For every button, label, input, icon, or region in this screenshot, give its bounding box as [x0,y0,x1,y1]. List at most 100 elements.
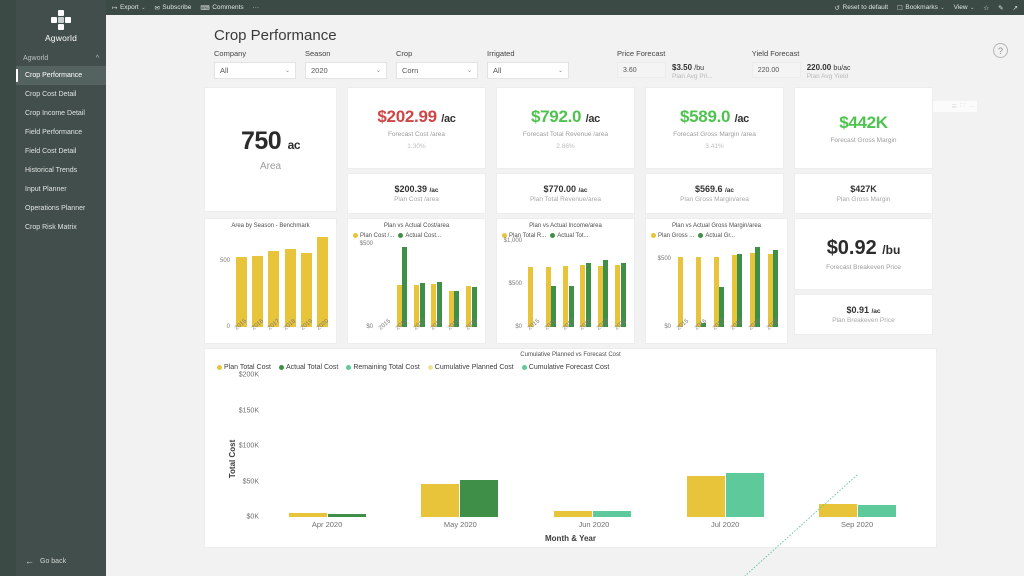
bar-group[interactable] [597,241,609,327]
card-area[interactable]: 750 ac Area [204,87,337,212]
legend-item[interactable]: Actual Total Cost [278,364,338,371]
sidebar-item-historical-trends[interactable]: Historical Trends [16,161,106,180]
bar[interactable] [563,265,569,327]
bar[interactable] [317,236,329,327]
bar-group[interactable] [251,232,263,327]
bar[interactable] [580,264,586,327]
toolbar-star-icon-button[interactable]: ☆ [983,4,989,12]
bar[interactable] [300,253,312,327]
bar[interactable] [773,250,779,327]
legend-item[interactable]: Cumulative Planned Cost [427,364,514,371]
card-kpi-forecast-cost-area[interactable]: $202.99 /ac Forecast Cost /area 1.30% [347,87,486,169]
slicer-dropdown[interactable]: All ⌄ [214,62,296,79]
bar[interactable] [421,483,460,517]
bar[interactable] [686,475,725,517]
bar-group[interactable] [580,241,591,327]
bar[interactable] [819,504,858,517]
bar-group[interactable] [288,375,366,517]
toolbar-export-icon-button[interactable]: ↦ Export ⌄ [112,4,145,12]
bar-group[interactable] [819,375,897,517]
bar-group[interactable] [396,241,408,327]
bar[interactable] [251,256,263,327]
bar[interactable] [592,511,631,517]
bar[interactable] [767,254,773,327]
bar-group[interactable] [713,241,725,327]
bar[interactable] [620,263,626,327]
filter-icon[interactable]: ☰ [952,104,957,110]
sidebar-item-input-planner[interactable]: Input Planner [16,180,106,199]
help-circle-icon[interactable]: ? [993,43,1008,58]
chart-plan-vs-actual-cost[interactable]: Plan vs Actual Cost/area Plan Cost /... Ac… [347,218,486,344]
toolbar-view-button[interactable]: View ⌄ [954,4,975,11]
forecast-input[interactable]: 220.00 [751,62,801,78]
bar[interactable] [288,513,327,517]
bar[interactable] [235,256,247,327]
sidebar-item-crop-performance[interactable]: Crop Performance [16,66,106,85]
toolbar-pencil-icon-button[interactable]: ✎ [998,4,1003,12]
bar[interactable] [327,514,366,517]
legend-item[interactable]: Plan Gross ... [651,233,694,239]
bar-group[interactable] [545,241,557,327]
sidebar-item-field-cost-detail[interactable]: Field Cost Detail [16,142,106,161]
sidebar-item-crop-risk-matrix[interactable]: Crop Risk Matrix [16,218,106,237]
toolbar-reset-icon-button[interactable]: ↺ Reset to default [835,4,888,12]
sidebar-group-header[interactable]: Agworld ^ [16,49,106,66]
legend-item[interactable]: Plan Cost /... [353,233,394,239]
bar[interactable] [713,256,719,327]
bar-group[interactable] [686,375,764,517]
bar[interactable] [615,265,621,327]
bar-group[interactable] [563,241,574,327]
chart-plan-vs-actual-income[interactable]: Plan vs Actual Income/area Plan Total R..… [496,218,635,344]
bar-group[interactable] [268,232,280,327]
card-kpi-forecast-gross-margin[interactable]: $442K Forecast Gross Margin [794,87,933,169]
legend-item[interactable]: Actual Gr... [698,233,735,239]
slicer-dropdown[interactable]: Corn ⌄ [396,62,478,79]
legend-item[interactable]: Plan Total Cost [217,364,271,371]
slicer-dropdown[interactable]: 2020 ⌄ [305,62,387,79]
card-kpi-forecast-gross-margin-area[interactable]: $589.0 /ac Forecast Gross Margin /area 3.4… [645,87,784,169]
toolbar-more-icon-button[interactable]: ··· [253,4,260,11]
chart-plan-vs-actual-gross-margin[interactable]: Plan vs Actual Gross Margin/area Plan Gro… [645,218,788,344]
sidebar-item-field-performance[interactable]: Field Performance [16,123,106,142]
bar[interactable] [695,256,701,327]
bar-group[interactable] [615,241,626,327]
bar[interactable] [725,472,764,517]
toolbar-fullscreen-icon-button[interactable]: ↗ [1013,4,1018,12]
toolbar-bookmark-icon-button[interactable]: ☐ Bookmarks ⌄ [897,4,945,12]
bar[interactable] [731,255,737,327]
chart-area-by-season[interactable]: Area by Season - Benchmark 500 0 2015 2016 20… [204,218,337,344]
bar[interactable] [402,247,408,327]
bar[interactable] [749,253,755,327]
legend-item[interactable]: Remaining Total Cost [346,364,420,371]
card-plan-plan-gross-margin-area[interactable]: $569.6 /ac Plan Gross Margin/area [645,173,784,214]
bar[interactable] [858,504,897,517]
legend-item[interactable]: Actual Cost... [398,233,441,239]
card-plan-breakeven-price[interactable]: $0.91 /ac Plan Breakeven Price [794,294,933,335]
legend-item[interactable]: Actual Tot... [550,233,589,239]
bar-group[interactable] [767,241,779,327]
legend-item[interactable]: Cumulative Forecast Cost [521,364,609,371]
bar-group[interactable] [235,232,247,327]
card-plan-plan-gross-margin[interactable]: $427K Plan Gross Margin [794,173,933,214]
bar-group[interactable] [379,241,390,327]
bar-group[interactable] [431,241,442,327]
bar[interactable] [597,265,603,327]
bar[interactable] [268,251,280,327]
bar-group[interactable] [466,241,477,327]
bar[interactable] [460,480,499,517]
bar-group[interactable] [749,241,761,327]
slicer-dropdown[interactable]: All ⌄ [487,62,569,79]
bar-group[interactable] [448,241,460,327]
forecast-input[interactable]: 3.60 [617,62,666,78]
sidebar-item-operations-planner[interactable]: Operations Planner [16,199,106,218]
go-back-button[interactable]: ← Go back [16,557,106,576]
bar[interactable] [545,266,551,327]
bar-group[interactable] [317,232,329,327]
card-forecast-breakeven-price[interactable]: $0.92 /bu Forecast Breakeven Price [794,218,933,290]
toolbar-envelope-icon-button[interactable]: ✉ Subscribe [154,4,191,12]
bar-group[interactable] [300,232,312,327]
bar-group[interactable] [695,241,707,327]
bar[interactable] [414,284,420,327]
bar-group[interactable] [284,232,296,327]
card-plan-plan-cost-area[interactable]: $200.39 /ac Plan Cost /area [347,173,486,214]
